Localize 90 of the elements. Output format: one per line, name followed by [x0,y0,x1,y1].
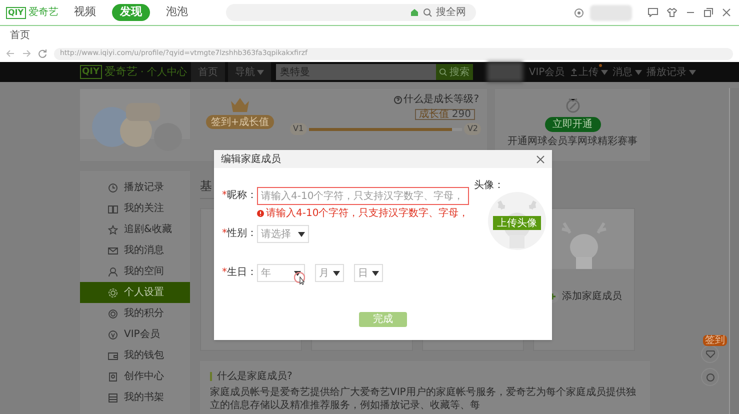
nav-tab[interactable]: 视频 [66,4,104,21]
sidebar-item[interactable]: 我的消息 [80,240,190,261]
field-label: 性别： [227,226,257,241]
shelf-icon [108,392,118,402]
growth-badge: 成长值 290 [414,109,475,120]
upload-menu[interactable]: 上传 [570,64,608,80]
crown-icon [230,97,250,113]
caret-icon [634,70,642,74]
vip-caption: 开通网球会员享网球精彩赛事 [508,134,638,149]
logo-text: 爱奇艺 [28,6,59,20]
search-field[interactable]: 搜全网 [226,4,476,21]
target-icon [108,308,118,318]
level-start: V1 [290,123,307,135]
nav-link[interactable]: 导航 [228,62,271,82]
help-icon[interactable] [394,96,402,104]
checkin-badge[interactable]: 签到 [703,335,727,346]
sidebar-item[interactable]: 播放记录 [80,177,190,198]
blurred-area [590,4,632,20]
search-button[interactable]: 搜索 [436,64,473,80]
book-icon [108,204,118,214]
nav-tab[interactable]: 泡泡 [158,4,196,21]
scrollbar[interactable] [729,88,739,414]
search-icon [439,68,448,76]
logo-mark[interactable]: QIY [6,6,26,18]
caret-icon [298,232,305,236]
error-icon [257,210,264,217]
modal-title: 编辑家庭成员 [221,152,281,166]
sidebar-item[interactable]: 我的钱包 [80,345,190,366]
message-icon[interactable] [648,8,658,17]
search-icon [423,8,432,17]
caret-icon [333,270,340,276]
sidebar-item[interactable]: VIP会员 [80,324,190,345]
home-icon[interactable] [410,8,419,17]
sidebar-item[interactable]: 创作中心 [80,366,190,387]
logo-mark[interactable]: QIY [80,65,102,79]
caret-icon [688,70,696,74]
date-select[interactable]: 月 [315,264,344,282]
gender-select[interactable]: 请选择 [257,225,309,243]
sidebar-item[interactable]: 我的书架 [80,387,190,408]
help-link[interactable]: 什么是成长等级? [404,92,479,107]
date-select[interactable]: 日 [354,264,383,282]
error-message: 请输入4-10个字符，只支持汉字数字、字母， [266,206,469,221]
caret-icon [600,70,608,74]
sidebar-item[interactable]: 我的积分 [80,303,190,324]
badge-icon [108,330,118,340]
back-icon[interactable] [6,49,15,58]
close-button[interactable] [536,154,545,164]
caret-icon [256,70,264,74]
page-tab[interactable]: 首页 [8,28,32,43]
sidebar-item[interactable]: 个人设置 [80,282,190,303]
gem-button[interactable] [701,345,719,363]
upload-avatar-button[interactable]: 上传头像 [493,216,541,230]
sidebar-item[interactable]: 我的关注 [80,198,190,219]
mail-icon [108,246,118,256]
caret-icon [372,270,379,276]
avatar-label: 头像： [474,178,504,193]
nav-tab[interactable]: 发现 [112,4,150,21]
upload-icon [570,68,578,76]
field-label: 昵称： [227,189,257,203]
wallet-icon [108,350,118,360]
nav-link[interactable]: 首页 [190,62,225,82]
sidebar-item[interactable]: 追剧&收藏 [80,219,190,240]
level-end: V2 [464,123,481,135]
star-icon [108,224,118,234]
menu-dropdown[interactable]: 消息 [612,64,642,80]
required-mark: * [222,266,227,280]
nickname-field[interactable]: 请输入4-10个字符，只支持汉字数字、字母， [257,187,469,205]
gem-icon [706,350,714,358]
menu-link[interactable]: VIP会员 [528,64,565,80]
cursor-icon [294,272,305,285]
sidebar-item[interactable]: 我的空间 [80,261,190,282]
field-label: 生日： [227,266,257,280]
info-title: 什么是家庭成员? [217,370,292,384]
gear-icon [108,288,118,298]
logo-subtitle: · 个人中心 [140,66,187,80]
blurred-avatar [486,62,523,82]
close-icon[interactable] [722,8,731,17]
person-icon [108,266,118,276]
vip-button[interactable]: 立即开通 [544,117,600,132]
menu-dropdown[interactable]: 播放记录 [646,64,696,80]
required-mark: * [222,228,227,241]
logo-text: 爱奇艺 [104,64,138,80]
shirt-icon[interactable] [667,8,677,17]
clock-icon [108,182,118,192]
restore-icon[interactable] [704,8,713,17]
info-text: 家庭成员帐号是爱奇艺提供给广大爱奇艺VIP用户的家庭帐号服务，爱奇艺为每个家庭成员提供独立的信息存储以及精准推荐服务，例如播放记录、收藏等、每 [210,386,637,412]
checkin-button[interactable]: 签到+成长值 [206,115,274,129]
forward-icon[interactable] [22,49,31,58]
caret-icon [294,270,301,276]
refresh-icon[interactable] [38,49,47,58]
